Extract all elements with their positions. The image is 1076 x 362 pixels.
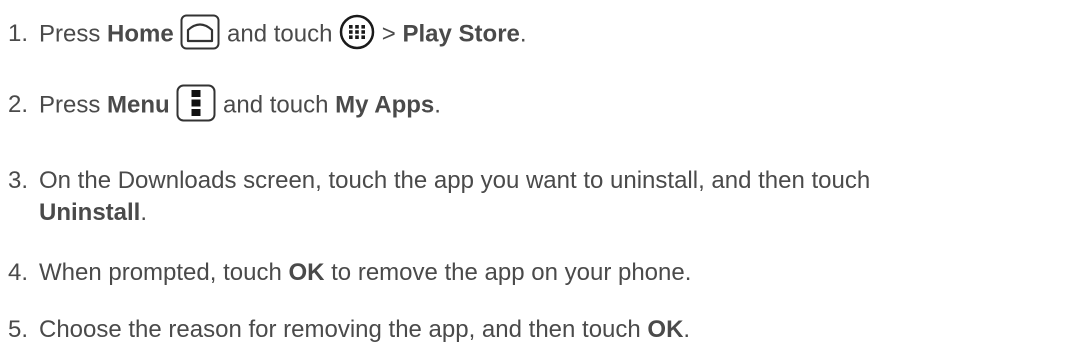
step-2-menu-label: Menu [107,91,170,119]
step-5-number: 5. [8,316,29,343]
step-3-number: 3. [8,167,29,194]
step-1-number: 1. [8,20,29,48]
step-1-home-label: Home [107,20,174,48]
menu-key-icon [176,84,216,122]
home-key-icon [180,14,220,50]
step-2-pre-text: Press [39,91,108,119]
step-2-mid-text: and touch [216,91,336,119]
step-1-separator: > [375,20,403,48]
step-5-ok-label: OK [647,316,684,343]
step-2-number: 2. [8,91,29,119]
step-1-mid-text: and touch [220,20,340,48]
apps-launcher-icon [339,14,375,50]
step-3: 3. On the Downloads screen, touch the app… [8,165,870,197]
step-1-play-store-label: Play Store [402,20,520,48]
step-2-my-apps-label: My Apps [335,91,435,119]
step-4-number: 4. [8,259,29,286]
step-1-end: . [519,20,527,48]
step-3-continuation: Uninstall. [39,197,147,229]
step-4: 4. When prompted, touch OK to remove the … [8,257,691,289]
step-5-end: . [683,316,691,343]
step-3-end: . [140,199,148,226]
step-4-post-text: to remove the app on your phone. [324,259,692,286]
step-5: 5. Choose the reason for removing the app… [8,314,690,346]
step-3-line-1: On the Downloads screen, touch the app y… [39,167,871,194]
step-4-pre-text: When prompted, touch [39,259,289,286]
step-5-pre-text: Choose the reason for removing the app, … [39,316,648,343]
step-2-end: . [434,91,441,119]
step-4-ok-label: OK [288,259,325,286]
step-1-pre-text: Press [39,20,108,48]
step-2: 2. Press Menu and touch My Apps. [8,84,441,125]
step-3-uninstall-label: Uninstall [39,199,141,226]
step-1: 1. Press Home and touch > Play Store. [8,14,527,53]
